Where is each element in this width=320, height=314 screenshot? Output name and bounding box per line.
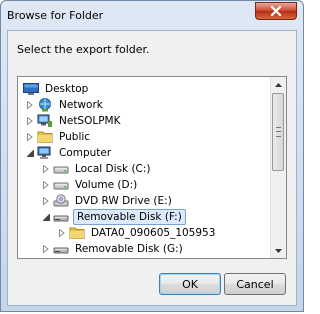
scrollbar-thumb[interactable] xyxy=(272,93,284,171)
tree-item[interactable]: Desktop xyxy=(21,81,90,97)
chevron-up-icon xyxy=(275,82,282,87)
removable-disk-icon xyxy=(53,242,69,256)
tree-item[interactable]: Removable Disk (G:) xyxy=(41,241,185,257)
desktop-icon xyxy=(23,82,39,96)
network-computer-icon xyxy=(37,114,53,128)
vertical-scrollbar[interactable] xyxy=(270,77,286,258)
collapse-arrow-icon xyxy=(26,149,34,157)
expand-toggle[interactable] xyxy=(25,100,35,110)
tree-item[interactable]: Public xyxy=(25,129,92,145)
collapse-arrow-icon xyxy=(42,213,50,221)
folder-icon xyxy=(37,130,53,144)
dialog-prompt: Select the export folder. xyxy=(17,43,150,56)
browse-for-folder-window: Browse for Folder Select the export fold… xyxy=(0,0,304,312)
tree-item-label: Removable Disk (F:) xyxy=(73,209,186,225)
tree-item[interactable]: Computer xyxy=(25,145,113,161)
expand-arrow-icon xyxy=(59,229,65,237)
tree-item-label: Computer xyxy=(59,146,112,159)
tree-item-label: Network xyxy=(59,98,103,111)
expand-arrow-icon xyxy=(27,101,33,109)
tree-item[interactable]: Removable Disk (F:) xyxy=(41,209,186,225)
expand-toggle[interactable] xyxy=(25,132,35,142)
cancel-button[interactable]: Cancel xyxy=(224,273,286,295)
chevron-down-icon xyxy=(275,248,282,253)
expand-arrow-icon xyxy=(27,117,33,125)
dvd-drive-icon xyxy=(53,194,69,208)
folder-icon xyxy=(69,226,85,240)
tree-item[interactable]: DATA0_090605_105953 xyxy=(57,225,217,241)
expand-toggle[interactable] xyxy=(41,196,51,206)
collapse-toggle[interactable] xyxy=(41,212,51,222)
scroll-down-button[interactable] xyxy=(271,243,286,258)
tree-item-label: DVD RW Drive (E:) xyxy=(75,194,172,207)
hard-drive-icon xyxy=(53,178,69,192)
expand-arrow-icon xyxy=(43,245,49,253)
computer-icon xyxy=(37,146,53,160)
hard-drive-icon xyxy=(53,162,69,176)
tree-item-label: Public xyxy=(59,130,91,143)
expand-arrow-icon xyxy=(27,133,33,141)
expand-toggle[interactable] xyxy=(41,244,51,254)
network-icon xyxy=(37,98,53,112)
window-title: Browse for Folder xyxy=(7,9,104,22)
expand-toggle[interactable] xyxy=(41,164,51,174)
tree-item-label: Removable Disk (G:) xyxy=(75,242,183,255)
expand-toggle[interactable] xyxy=(57,228,67,238)
tree-item-label: DATA0_090605_105953 xyxy=(91,226,216,239)
close-icon xyxy=(270,6,282,16)
expand-arrow-icon xyxy=(43,165,49,173)
expand-arrow-icon xyxy=(43,197,49,205)
tree-item[interactable]: NetSOLPMK xyxy=(25,113,123,129)
scrollbar-grip xyxy=(276,127,281,137)
expand-toggle[interactable] xyxy=(25,116,35,126)
tree-item-label: Desktop xyxy=(45,82,89,95)
tree-item[interactable]: DVD RW Drive (E:) xyxy=(41,193,174,209)
tree-item-label: Local Disk (C:) xyxy=(75,162,151,175)
folder-tree-view[interactable]: Desktop Network NetSOLPMK Public Computer Loc… xyxy=(17,76,287,259)
tree-item[interactable]: Volume (D:) xyxy=(41,177,139,193)
expand-arrow-icon xyxy=(43,181,49,189)
ok-button[interactable]: OK xyxy=(159,273,221,295)
tree-item[interactable]: Local Disk (C:) xyxy=(41,161,153,177)
tree-item-label: Volume (D:) xyxy=(75,178,138,191)
tree-item[interactable]: Network xyxy=(25,97,105,113)
scroll-up-button[interactable] xyxy=(271,77,286,92)
expand-toggle[interactable] xyxy=(41,180,51,190)
tree-item-label: NetSOLPMK xyxy=(59,114,121,127)
removable-disk-icon xyxy=(53,210,69,224)
collapse-toggle[interactable] xyxy=(25,148,35,158)
title-bar[interactable]: Browse for Folder xyxy=(1,1,303,29)
close-button[interactable] xyxy=(255,2,297,20)
dialog-client-area: Select the export folder. Desktop Network… xyxy=(7,30,297,306)
